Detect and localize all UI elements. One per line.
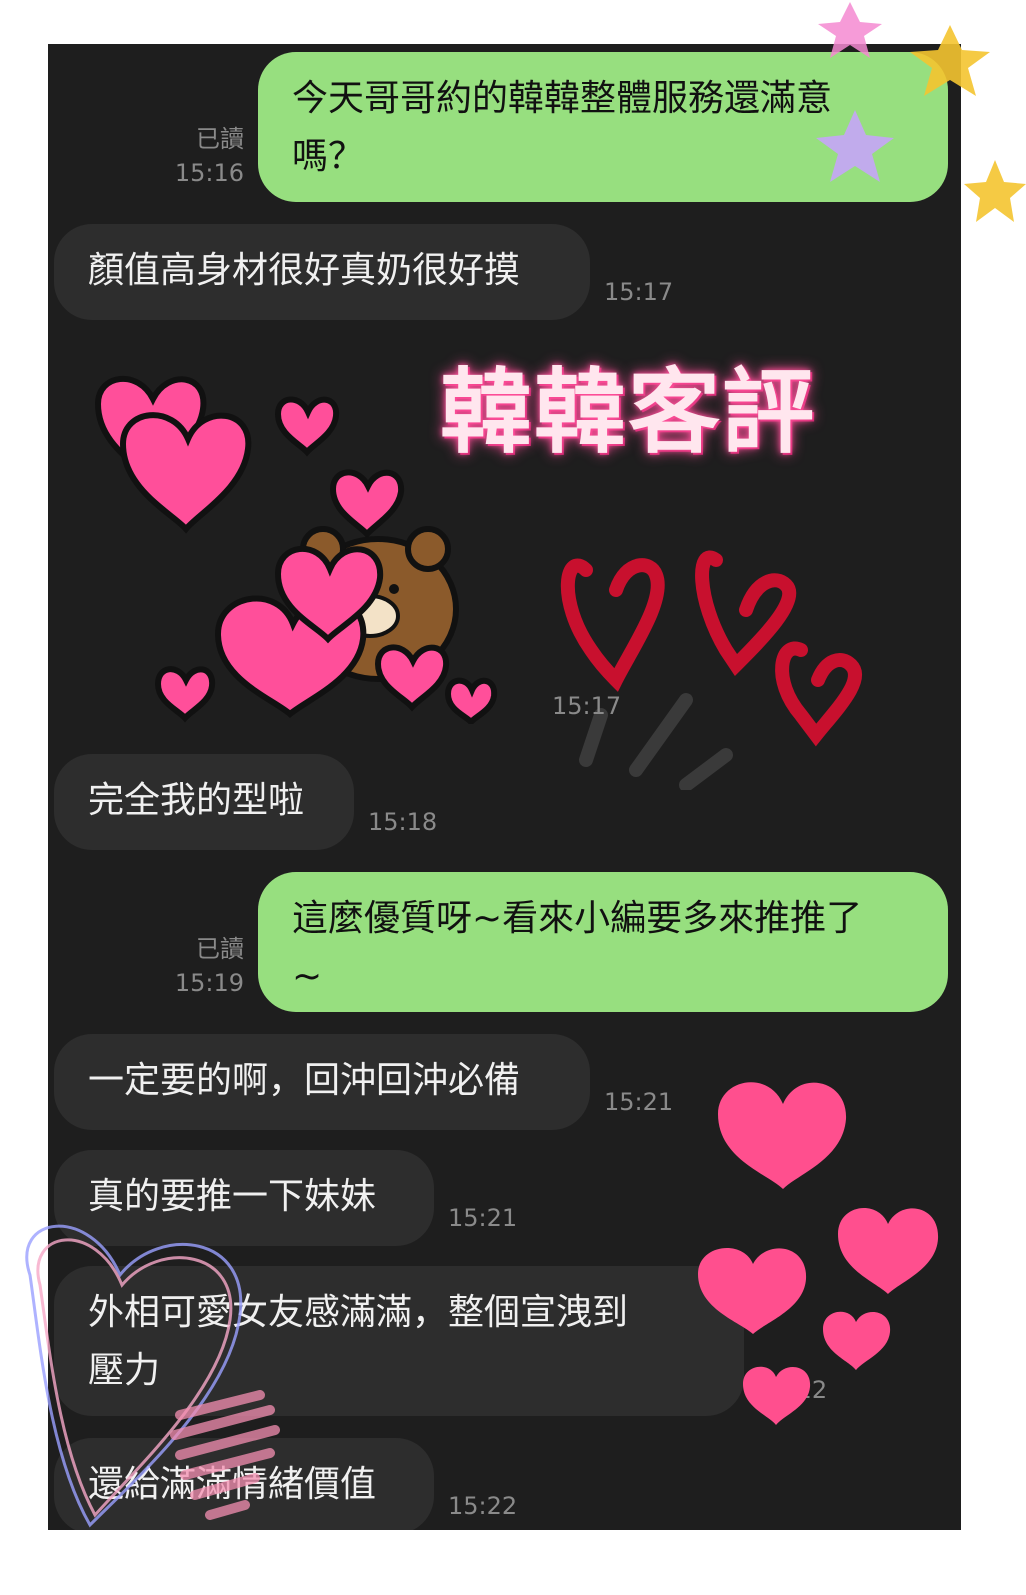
heart-icon bbox=[274, 396, 340, 457]
message-time: 15:17 bbox=[604, 278, 674, 306]
heart-icon bbox=[374, 644, 450, 712]
received-message-bubble[interactable]: 一定要的啊，回沖回沖必備 bbox=[54, 1034, 590, 1130]
read-receipt: 已讀 15:16 bbox=[158, 122, 244, 190]
message-text: 完全我的型啦 bbox=[88, 780, 305, 821]
message-time: 15:18 bbox=[368, 808, 438, 836]
red-hearts-doodle bbox=[560, 550, 862, 790]
message-time: 15:21 bbox=[448, 1204, 518, 1232]
read-receipt: 已讀 15:19 bbox=[158, 932, 244, 1000]
decorative-hearts bbox=[698, 1082, 939, 1425]
message-text-line: 這麼優質呀~看來小編要多來推推了 bbox=[292, 898, 863, 939]
heart-icon bbox=[698, 1247, 807, 1334]
heart-icon bbox=[154, 666, 216, 723]
read-label: 已讀 bbox=[196, 125, 244, 153]
heart-outline-icon bbox=[775, 641, 862, 747]
message-text-line: ~ bbox=[292, 956, 323, 997]
star-icon bbox=[818, 2, 882, 58]
heart-icon bbox=[119, 412, 252, 534]
message-text: 顏值高身材很好真奶很好摸 bbox=[88, 250, 521, 291]
star-icon bbox=[816, 110, 894, 182]
heart-outline-icon bbox=[695, 550, 797, 676]
pink-hearts-sticker[interactable] bbox=[78, 364, 538, 724]
received-message-bubble[interactable]: 顏值高身材很好真奶很好摸 bbox=[54, 224, 590, 320]
message-text: 一定要的啊，回沖回沖必備 bbox=[88, 1060, 521, 1101]
heart-icon bbox=[444, 677, 498, 724]
message-time: 15:21 bbox=[604, 1088, 674, 1116]
message-time: 15:22 bbox=[448, 1492, 518, 1520]
sent-message-bubble[interactable]: 這麼優質呀~看來小編要多來推推了 ~ bbox=[258, 872, 948, 1012]
message-time: 15:17 bbox=[552, 692, 622, 720]
heart-icon bbox=[823, 1311, 891, 1370]
heart-icon bbox=[743, 1366, 811, 1425]
star-icon bbox=[910, 25, 990, 96]
heart-icon bbox=[329, 469, 405, 539]
star-icon bbox=[964, 160, 1026, 222]
heart-icon bbox=[718, 1082, 847, 1189]
heart-icon bbox=[838, 1207, 939, 1294]
received-message-bubble[interactable]: 完全我的型啦 bbox=[54, 754, 354, 850]
message-time: 15:16 bbox=[174, 159, 244, 187]
scribble-heart-doodle bbox=[25, 1224, 280, 1528]
read-label: 已讀 bbox=[196, 935, 244, 963]
decorative-stars bbox=[816, 2, 1026, 222]
message-time: 15:19 bbox=[174, 969, 244, 997]
heart-outline-icon bbox=[560, 558, 665, 692]
